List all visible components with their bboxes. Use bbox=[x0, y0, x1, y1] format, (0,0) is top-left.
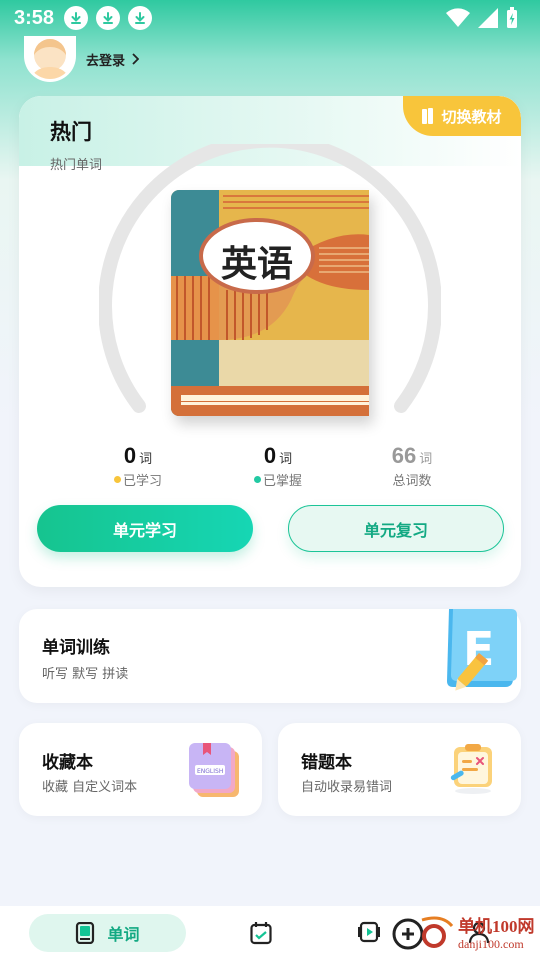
card-subtitle: 热门单词 bbox=[50, 158, 103, 173]
user-header[interactable]: 去登录 bbox=[24, 36, 140, 82]
stat-unit: 词 bbox=[419, 452, 433, 467]
nav-tab-words-label: 单词 bbox=[107, 925, 140, 944]
signal-icon bbox=[478, 8, 498, 28]
switch-textbook-button[interactable]: 切换教材 bbox=[403, 96, 521, 136]
login-link[interactable]: 去登录 bbox=[86, 50, 140, 69]
unit-review-button[interactable]: 单元复习 bbox=[288, 505, 504, 552]
status-time: 3:58 bbox=[14, 6, 55, 29]
letter-e-icon: E bbox=[447, 609, 517, 691]
stat-unit: 词 bbox=[139, 452, 153, 467]
textbook-card: 切换教材 热门 热门单词 英语 0 词 已学习 0 词 已掌握 66 词 总词数… bbox=[19, 96, 521, 587]
book-icon bbox=[76, 922, 95, 944]
stat-mastered-label: 已掌握 bbox=[262, 474, 302, 489]
stat-learned: 0词 已学习 bbox=[103, 443, 173, 489]
stat-learned-label: 已学习 bbox=[122, 474, 162, 489]
card-title: 热门 bbox=[50, 120, 92, 144]
calendar-icon[interactable] bbox=[250, 921, 272, 945]
yellow-dot-icon bbox=[113, 476, 121, 483]
switch-textbook-label: 切换教材 bbox=[441, 107, 502, 126]
nav-tab-words[interactable]: 单词 bbox=[29, 914, 186, 952]
stat-total-value: 66 bbox=[391, 443, 417, 468]
green-dot-icon bbox=[253, 476, 261, 483]
status-bar: 3:58 bbox=[0, 0, 540, 36]
login-label: 去登录 bbox=[86, 53, 126, 69]
stat-learned-value: 0 bbox=[123, 443, 137, 468]
favorites-title: 收藏本 bbox=[42, 753, 93, 773]
download-icon bbox=[96, 6, 121, 30]
clipboard-icon bbox=[450, 744, 492, 794]
stat-total-label: 总词数 bbox=[392, 474, 432, 489]
stat-total: 66 词 总词数 bbox=[377, 443, 447, 489]
notebook-icon: ENGLISH bbox=[189, 743, 239, 797]
download-icon bbox=[64, 6, 89, 30]
stat-unit: 词 bbox=[279, 452, 293, 467]
book-title: 英语 bbox=[220, 244, 293, 285]
stat-mastered-value: 0 bbox=[263, 443, 277, 468]
unit-learn-button[interactable]: 单元学习 bbox=[37, 505, 253, 552]
word-training-card[interactable]: 单词训练 听写 默写 拼读 E bbox=[19, 609, 521, 703]
download-icon bbox=[128, 6, 153, 30]
avatar[interactable] bbox=[24, 36, 76, 82]
favorites-subtitle: 收藏 自定义词本 bbox=[42, 780, 138, 795]
favorites-card[interactable]: 收藏本 收藏 自定义词本 ENGLISH bbox=[19, 723, 262, 816]
stat-mastered: 0词 已掌握 bbox=[243, 443, 313, 489]
stats-row: 0词 已学习 0词 已掌握 66 词 总词数 bbox=[19, 443, 521, 493]
notebook-icon-text: ENGLISH bbox=[197, 768, 223, 775]
chevron-right-icon bbox=[132, 53, 140, 65]
watermark-text-top: 单机100网 bbox=[458, 917, 535, 936]
mistakes-card[interactable]: 错题本 自动收录易错词 bbox=[278, 723, 521, 816]
watermark-logo-icon bbox=[392, 916, 454, 950]
battery-icon bbox=[507, 7, 517, 28]
video-icon[interactable] bbox=[358, 921, 380, 943]
watermark: 单机100网 danji100.com bbox=[392, 912, 535, 956]
books-icon bbox=[422, 108, 434, 124]
training-subtitle: 听写 默写 拼读 bbox=[42, 667, 129, 682]
mistakes-title: 错题本 bbox=[301, 753, 352, 773]
watermark-text-bottom: danji100.com bbox=[458, 937, 524, 951]
textbook-cover[interactable]: 英语 bbox=[171, 190, 369, 416]
mistakes-subtitle: 自动收录易错词 bbox=[301, 780, 393, 795]
wifi-icon bbox=[446, 8, 470, 27]
training-title: 单词训练 bbox=[42, 638, 110, 658]
